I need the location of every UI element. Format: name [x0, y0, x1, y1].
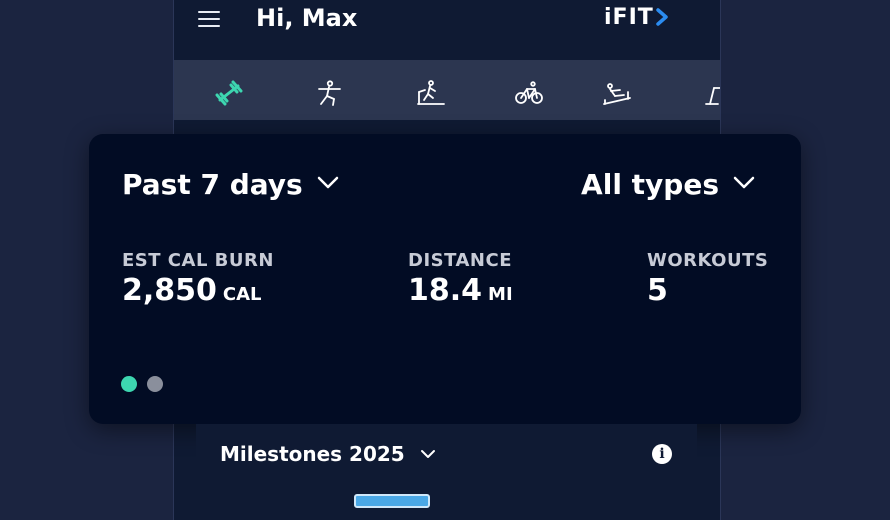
bike-icon[interactable]	[514, 80, 544, 106]
stat-value: 2,850 CAL	[122, 273, 274, 308]
strength-dumbbell-icon[interactable]	[214, 80, 244, 106]
stat-calories: EST CAL BURN 2,850 CAL	[122, 250, 274, 308]
pager-dot-active[interactable]	[121, 376, 137, 392]
milestones-dropdown[interactable]: Milestones 2025	[220, 440, 436, 466]
pager-dot[interactable]	[147, 376, 163, 392]
logo-chevron-icon	[656, 8, 668, 26]
workouts-value: 5	[647, 273, 668, 308]
pager-dots	[121, 376, 173, 396]
logo-text: iFIT	[604, 5, 654, 30]
milestone-badge[interactable]	[354, 494, 430, 508]
top-bar: Hi, Max iFIT	[174, 0, 720, 60]
milestones-section: Milestones 2025 i	[196, 424, 697, 508]
date-range-label: Past 7 days	[122, 168, 303, 201]
treadmill-icon[interactable]	[416, 80, 446, 106]
stat-value: 18.4 MI	[408, 273, 513, 308]
workout-type-tabbar	[174, 60, 720, 120]
stat-value: 5	[647, 273, 768, 308]
ifit-logo[interactable]: iFIT	[604, 5, 669, 30]
distance-unit: MI	[488, 284, 513, 305]
incline-trainer-icon[interactable]	[704, 80, 720, 106]
greeting-title: Hi, Max	[256, 4, 358, 32]
activity-summary-card: Past 7 days All types EST CAL BURN 2,850…	[89, 134, 801, 424]
stat-workouts: WORKOUTS 5	[647, 250, 768, 308]
date-range-dropdown[interactable]: Past 7 days	[122, 164, 339, 201]
chevron-down-icon	[317, 164, 339, 197]
milestones-title: Milestones 2025	[220, 442, 405, 466]
stat-distance: DISTANCE 18.4 MI	[408, 250, 513, 308]
stat-label: WORKOUTS	[647, 250, 769, 271]
rower-icon[interactable]	[602, 80, 632, 106]
chevron-down-icon	[733, 164, 755, 197]
info-icon[interactable]: i	[652, 444, 672, 464]
distance-value: 18.4	[408, 273, 483, 308]
calories-unit: CAL	[222, 284, 262, 305]
yoga-icon[interactable]	[314, 80, 344, 106]
stat-label: DISTANCE	[408, 250, 512, 271]
stat-label: EST CAL BURN	[122, 250, 274, 271]
workout-type-label: All types	[581, 168, 719, 201]
chevron-down-icon	[420, 440, 436, 464]
workout-type-dropdown[interactable]: All types	[581, 164, 755, 201]
calories-value: 2,850	[122, 273, 217, 308]
menu-icon[interactable]	[198, 11, 220, 27]
